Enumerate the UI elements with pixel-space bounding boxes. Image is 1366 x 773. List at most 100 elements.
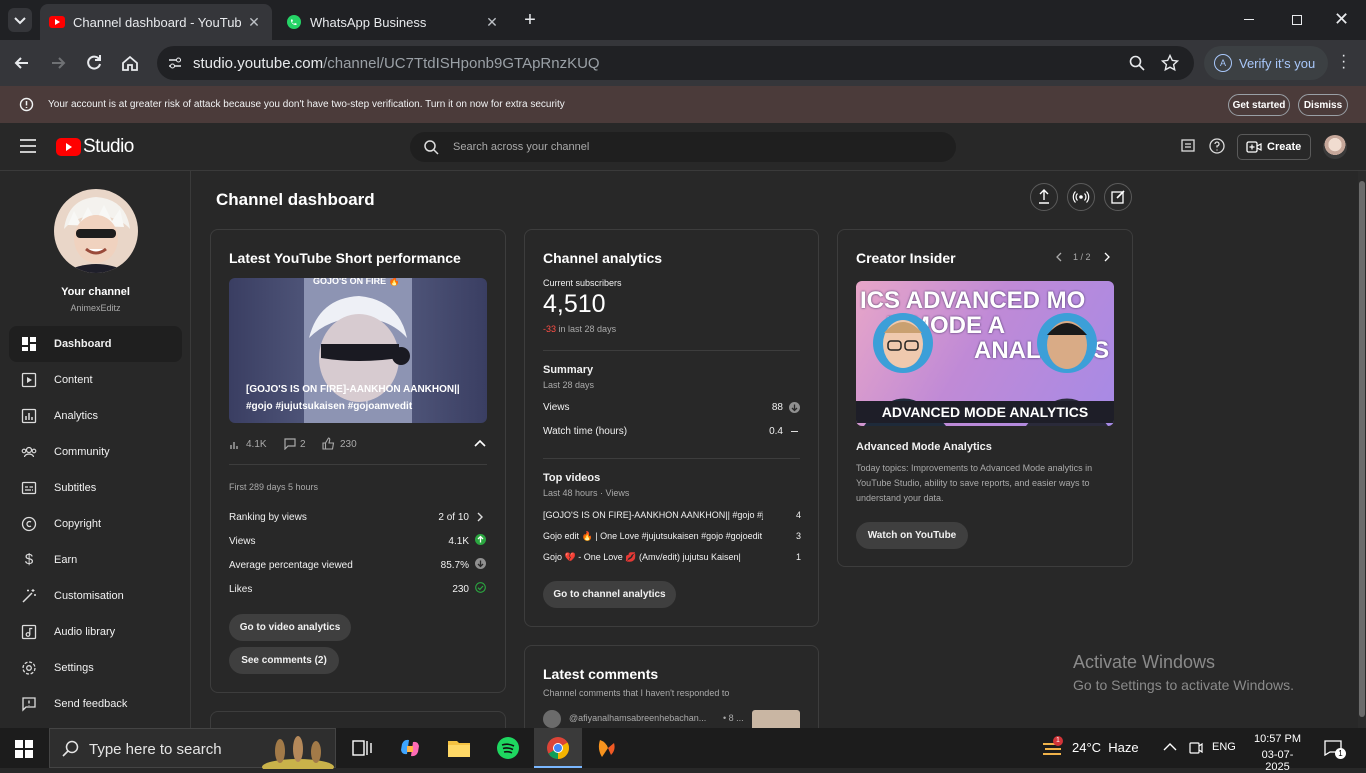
studio-search-input[interactable]: Search across your channel [410,132,956,162]
audio-library-icon [21,624,37,640]
see-comments-button[interactable]: See comments (2) [229,647,339,674]
minimize-icon[interactable] [1244,19,1254,20]
close-icon[interactable]: ✕ [246,14,262,30]
fl-studio-icon[interactable] [594,736,618,760]
security-warning-bar: Your account is at greater risk of attac… [0,86,1366,123]
home-icon[interactable] [120,53,140,73]
account-avatar[interactable] [1323,135,1347,159]
address-bar[interactable]: studio.youtube.com/channel/UC7TtdISHponb… [157,46,1194,80]
card-title: Channel analytics [543,250,663,266]
sidebar-item-audio-library[interactable]: Audio library [9,614,182,650]
top-video-row[interactable]: [GOJO'S IS ON FIRE]-AANKHON AANKHON|| #g… [543,510,801,524]
meet-now-icon[interactable] [1187,740,1203,756]
whatsapp-favicon-icon [287,15,301,29]
zoom-search-icon[interactable] [1129,55,1145,71]
metric-value: 2 of 10 [438,512,469,523]
sidebar-item-dashboard[interactable]: Dashboard [9,326,182,362]
subtitles-icon [21,481,37,495]
page-scrollbar[interactable] [1358,171,1366,728]
top-video-title: [GOJO'S IS ON FIRE]-AANKHON AANKHON|| #g… [543,510,763,520]
pager-text: 1 / 2 [1073,252,1091,262]
chevron-up-icon[interactable] [474,438,486,448]
top-videos-title: Top videos [543,472,601,484]
dismiss-button[interactable]: Dismiss [1298,94,1348,116]
browser-menu-icon[interactable]: · · · [1341,48,1346,76]
chevron-up-icon[interactable] [1163,742,1177,752]
sidebar-item-label: Subtitles [54,482,97,494]
reload-icon[interactable] [84,53,104,73]
close-icon[interactable]: ✕ [484,14,500,30]
top-video-row[interactable]: Gojo 💔 - One Love 💋 (Amv/edit) jujutsu K… [543,552,801,566]
commenter-name[interactable]: @afiyanalhamsabreenhebachan... [569,713,706,723]
spotify-icon[interactable] [496,736,520,760]
chevron-down-icon [14,17,26,25]
go-live-button[interactable] [1067,183,1095,211]
live-icon [1072,191,1090,203]
language-indicator[interactable]: ENG [1212,741,1236,753]
go-to-channel-analytics-button[interactable]: Go to channel analytics [543,581,676,608]
subscribers-value: 4,510 [543,290,606,318]
studio-logo[interactable]: Studio [56,136,134,158]
commenter-avatar[interactable] [543,710,561,728]
create-post-button[interactable] [1104,183,1132,211]
studio-sidebar: Your channel AnimexEditz Dashboard Conte… [0,171,191,728]
windows-start-icon[interactable] [15,740,33,758]
bookmark-star-icon[interactable] [1161,54,1179,72]
taskbar-search-input[interactable]: Type here to search [49,728,336,769]
comment-video-thumbnail[interactable] [752,710,800,728]
tab-whatsapp[interactable]: WhatsApp Business ✕ [278,4,510,40]
comment-time: • 8 ... [723,713,744,723]
channel-avatar[interactable] [54,189,138,273]
file-explorer-icon[interactable] [447,736,471,760]
watch-on-youtube-button[interactable]: Watch on YouTube [856,522,968,549]
sidebar-item-subtitles[interactable]: Subtitles [9,470,182,506]
sidebar-item-label: Audio library [54,626,116,638]
chrome-icon[interactable] [546,736,570,760]
sidebar-item-customisation[interactable]: Customisation [9,578,182,614]
scrollbar-thumb[interactable] [1359,181,1365,717]
sidebar-item-send-feedback[interactable]: Send feedback [9,686,182,722]
divider [543,350,800,351]
copilot-icon[interactable] [398,736,422,760]
back-icon[interactable] [12,53,32,73]
sidebar-item-analytics[interactable]: Analytics [9,398,182,434]
create-button[interactable]: Create [1237,134,1311,160]
hamburger-menu-icon[interactable] [20,139,36,153]
clock-date[interactable]: 03-07-2025 [1250,749,1305,773]
restore-icon[interactable] [1292,15,1302,25]
upload-button[interactable] [1030,183,1058,211]
sidebar-item-earn[interactable]: $ Earn [9,542,182,578]
comments-count: 2 [300,439,306,450]
verify-identity-button[interactable]: A Verify it's you [1204,46,1328,80]
short-thumbnail[interactable]: GOJO'S ON FIRE 🔥 [GOJO'S IS ON FIRE]-AAN… [229,278,487,423]
tab-search-button[interactable] [8,8,32,32]
delta-value: -33 [543,324,557,334]
sidebar-item-community[interactable]: Community [9,434,182,470]
go-to-video-analytics-button[interactable]: Go to video analytics [229,614,351,641]
windows-taskbar: Type here to search 1 24°C Haze ENG 10:5… [0,728,1366,773]
flat-trend-icon [791,431,798,432]
sidebar-item-copyright[interactable]: Copyright [9,506,182,542]
get-started-button[interactable]: Get started [1228,94,1290,116]
sidebar-item-settings[interactable]: Settings [9,650,182,686]
chevron-right-icon[interactable] [1103,252,1111,262]
creator-video-thumbnail[interactable]: ICS ADVANCED MO D MODE A ANALYTICS ADVAN… [856,281,1114,426]
delta-suffix: in last 28 days [558,324,617,334]
create-label: Create [1267,141,1302,153]
tab-youtube-studio[interactable]: Channel dashboard - YouTube Studio ✕ [40,4,272,40]
dashboard-icon [22,337,36,351]
chevron-left-icon[interactable] [1055,252,1063,262]
chevron-right-icon[interactable] [476,512,484,522]
your-channel-label: Your channel [61,286,130,298]
new-tab-button[interactable]: + [520,10,540,30]
close-window-icon[interactable]: ✕ [1334,9,1349,30]
site-info-icon[interactable] [167,55,183,71]
clock-time[interactable]: 10:57 PM [1250,733,1305,745]
forward-icon[interactable] [48,53,68,73]
weather-text[interactable]: 24°C Haze [1072,740,1139,755]
feedback-icon[interactable] [1181,139,1195,154]
help-icon[interactable] [1209,138,1225,154]
task-view-icon[interactable] [350,736,374,760]
top-video-row[interactable]: Gojo edit 🔥 | One Love #jujutsukaisen #g… [543,531,801,545]
sidebar-item-content[interactable]: Content [9,362,182,398]
